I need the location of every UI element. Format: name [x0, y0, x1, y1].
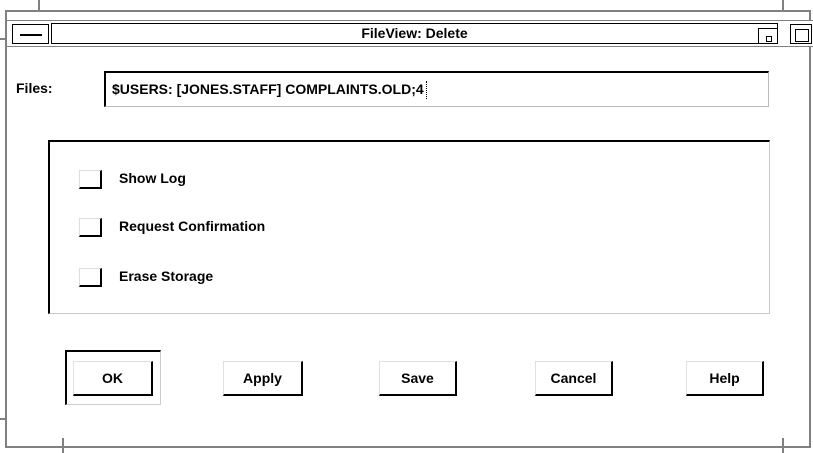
cancel-button[interactable]: Cancel [535, 361, 613, 396]
text-cursor [425, 81, 428, 100]
frame-resize-handle-top-left[interactable] [38, 0, 40, 12]
window-title: FileView: Delete [51, 23, 778, 44]
files-input-value: $USERS: [JONES.STAFF] COMPLAINTS.OLD;4 [112, 81, 424, 97]
request-confirmation-label: Request Confirmation [119, 218, 266, 234]
maximize-icon [795, 29, 809, 42]
erase-storage-label: Erase Storage [119, 268, 214, 284]
frame-resize-handle-bottom-left[interactable] [62, 438, 64, 453]
window-menu-icon [20, 34, 42, 36]
window-menu-button[interactable] [12, 24, 49, 44]
frame-resize-handle-left-bottom[interactable] [0, 418, 7, 420]
show-log-checkbox[interactable] [79, 170, 102, 189]
minimize-button[interactable] [758, 28, 778, 44]
files-label: Files: [16, 80, 53, 96]
help-button[interactable]: Help [686, 361, 764, 396]
show-log-label: Show Log [119, 170, 186, 186]
ok-button[interactable]: OK [73, 361, 153, 396]
frame-resize-handle-left-top[interactable] [0, 38, 7, 40]
minimize-icon [766, 36, 772, 42]
save-button[interactable]: Save [379, 361, 457, 396]
apply-button[interactable]: Apply [223, 361, 303, 396]
frame-resize-handle-top-right[interactable] [782, 0, 784, 12]
maximize-button[interactable] [790, 24, 812, 44]
request-confirmation-checkbox[interactable] [79, 218, 102, 237]
erase-storage-checkbox[interactable] [79, 268, 102, 287]
frame-resize-handle-bottom-right[interactable] [782, 438, 784, 453]
files-input[interactable]: $USERS: [JONES.STAFF] COMPLAINTS.OLD;4 [104, 71, 769, 107]
